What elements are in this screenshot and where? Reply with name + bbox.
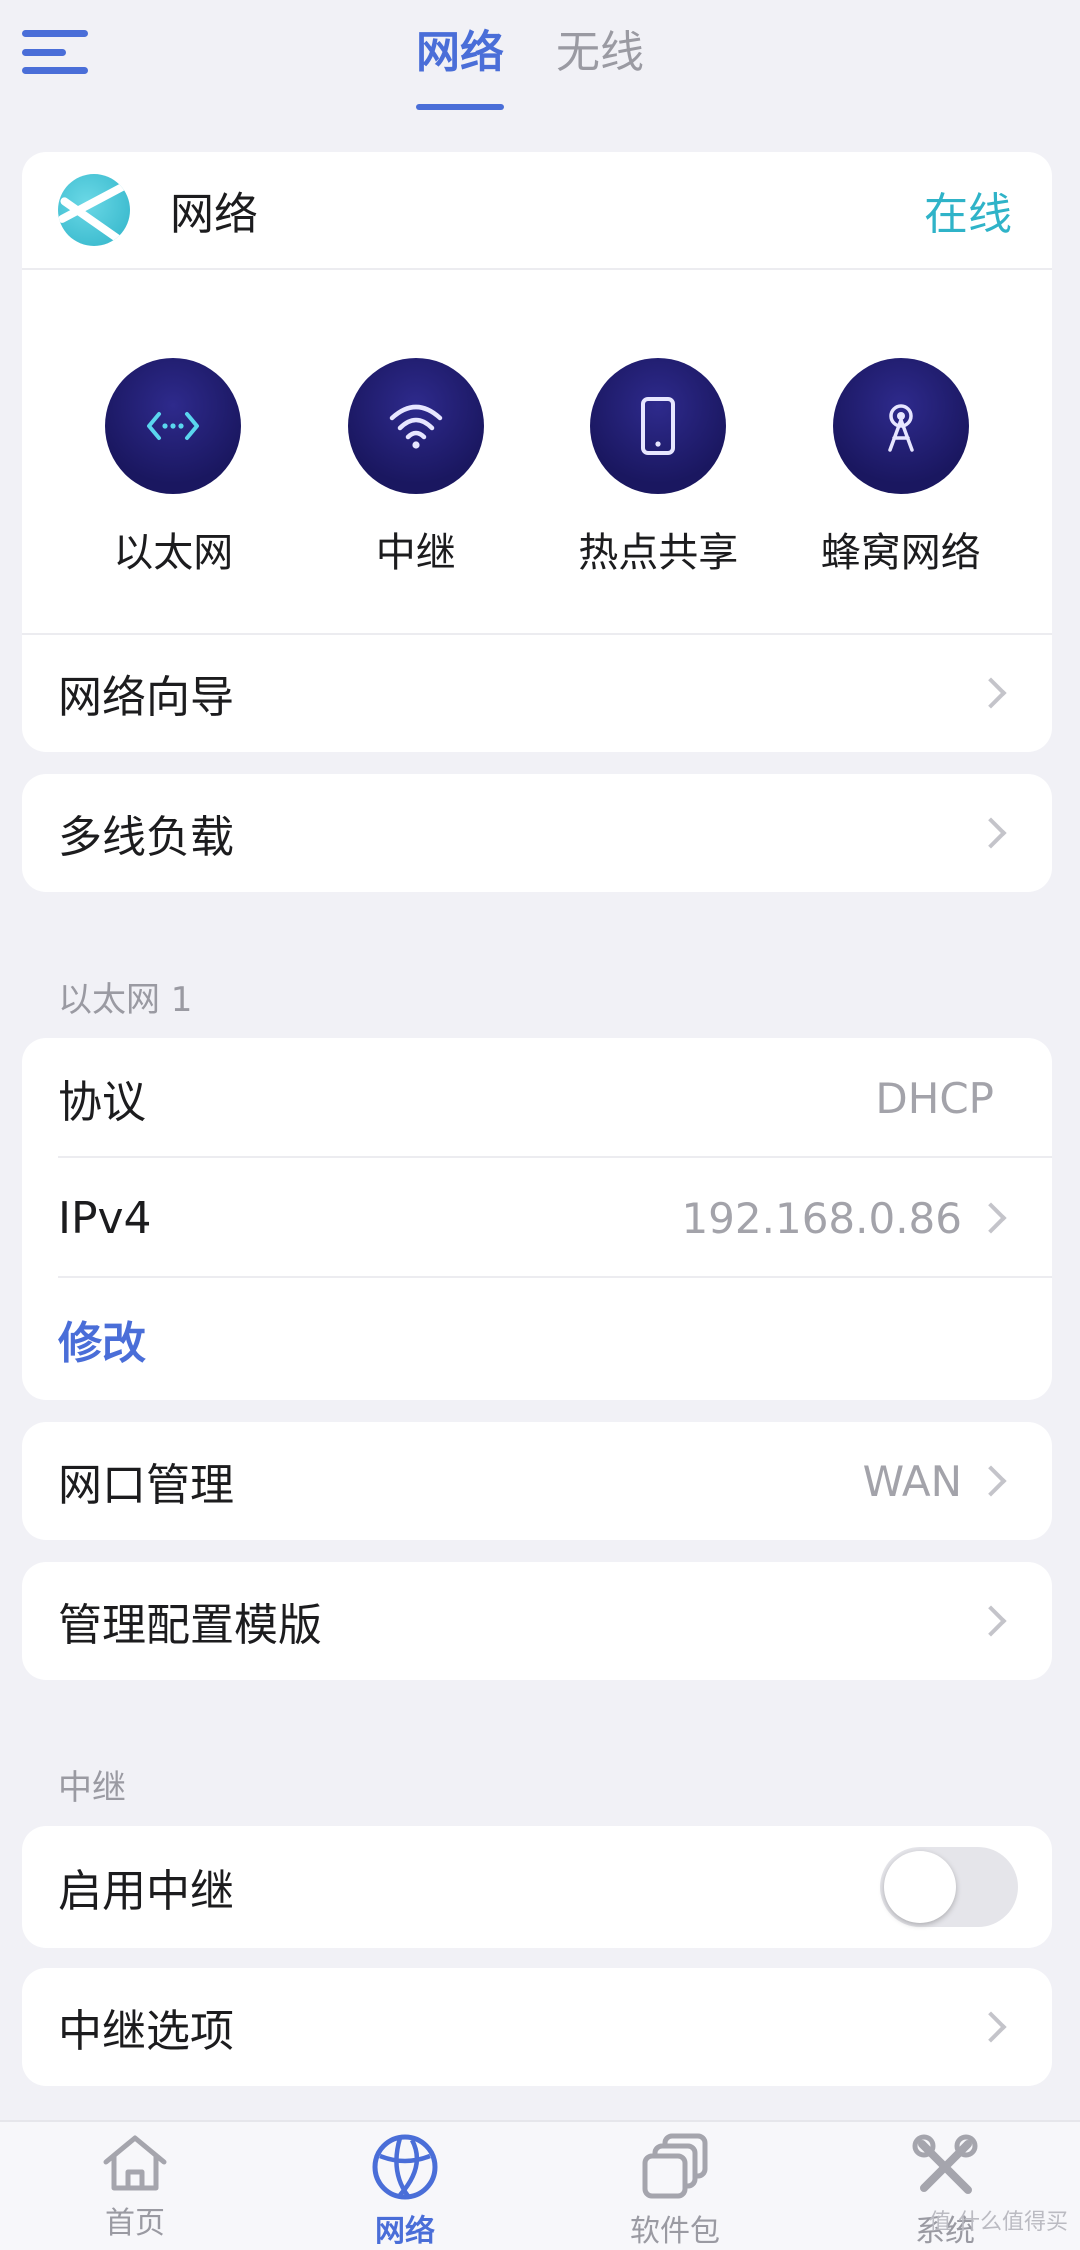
- chevron-right-icon: [975, 1465, 1007, 1497]
- relay-options-row[interactable]: 中继选项: [22, 1968, 1052, 2086]
- network-status: 在线: [924, 189, 1012, 240]
- config-template-label: 管理配置模版: [58, 1600, 322, 1651]
- nav-home[interactable]: 首页: [45, 2132, 225, 2250]
- relay-enable-row: 启用中继: [22, 1826, 1052, 1948]
- multi-line-card: 多线负载: [22, 774, 1052, 892]
- relay-toggle[interactable]: [880, 1847, 1018, 1927]
- top-bar: 网络 无线: [0, 0, 1080, 140]
- chevron-right-icon: [975, 817, 1007, 849]
- port-management-value: WAN: [862, 1456, 962, 1506]
- home-icon: [103, 2135, 167, 2191]
- relay-section-label: 中继: [58, 1768, 126, 1808]
- port-management-label: 网口管理: [58, 1460, 234, 1511]
- ethernet-icon: [105, 358, 242, 494]
- port-management-row[interactable]: 网口管理 WAN: [22, 1422, 1052, 1540]
- nav-label: 软件包: [630, 2214, 720, 2249]
- cellular-tower-icon: [832, 358, 969, 494]
- protocol-value: DHCP: [875, 1073, 994, 1123]
- config-template-card: 管理配置模版: [22, 1562, 1052, 1680]
- network-wizard-row[interactable]: 网络向导: [22, 635, 1052, 751]
- nav-label: 首页: [105, 2206, 165, 2241]
- ipv4-label: IPv4: [58, 1192, 152, 1244]
- relay-options-card: 中继选项: [22, 1968, 1052, 2086]
- mode-hotspot[interactable]: 热点共享: [558, 358, 758, 633]
- menu-icon[interactable]: [20, 24, 90, 80]
- protocol-label: 协议: [58, 1077, 146, 1128]
- nav-network[interactable]: 网络: [315, 2132, 495, 2250]
- mode-label: 中继: [375, 530, 456, 576]
- watermark: 值 什么值得买: [929, 2210, 1068, 2235]
- relay-enable-label: 启用中继: [58, 1866, 234, 1917]
- network-logo-icon: [58, 174, 130, 246]
- top-tabs: 网络 无线: [416, 16, 644, 110]
- config-template-row[interactable]: 管理配置模版: [22, 1562, 1052, 1680]
- multi-line-label: 多线负载: [58, 812, 234, 863]
- ethernet1-card: 协议 DHCP IPv4 192.168.0.86 修改: [22, 1038, 1052, 1400]
- relay-options-label: 中继选项: [58, 2006, 234, 2057]
- nav-label: 网络: [375, 2214, 435, 2249]
- nav-packages[interactable]: 软件包: [585, 2132, 765, 2250]
- mode-label: 热点共享: [578, 530, 739, 576]
- edit-row: 修改: [22, 1278, 1052, 1400]
- port-management-card: 网口管理 WAN: [22, 1422, 1052, 1540]
- ipv4-value: 192.168.0.86: [681, 1193, 962, 1243]
- tools-icon: [912, 2134, 978, 2194]
- chevron-right-icon: [975, 1202, 1007, 1234]
- tab-network[interactable]: 网络: [416, 16, 504, 110]
- phone-hotspot-icon: [590, 358, 727, 494]
- app-screen: 网络 无线 网络 在线 以太网 中继 热点共享 蜂窝网络 网络向导 多线负载 以…: [0, 0, 1080, 2250]
- network-modes: 以太网 中继 热点共享 蜂窝网络: [22, 270, 1052, 635]
- chevron-right-icon: [975, 2011, 1007, 2043]
- toggle-knob: [884, 1851, 956, 1923]
- mode-relay[interactable]: 中继: [316, 358, 516, 633]
- network-card: 网络 在线 以太网 中继 热点共享 蜂窝网络 网络向导: [22, 152, 1052, 752]
- network-wizard-label: 网络向导: [58, 672, 234, 723]
- mode-label: 以太网: [113, 530, 234, 576]
- packages-icon: [642, 2133, 708, 2199]
- mode-cellular[interactable]: 蜂窝网络: [801, 358, 1001, 633]
- ipv4-row[interactable]: IPv4 192.168.0.86: [22, 1158, 1052, 1278]
- ethernet1-section-label: 以太网 1: [58, 980, 193, 1020]
- tab-wireless[interactable]: 无线: [556, 16, 644, 110]
- mode-ethernet[interactable]: 以太网: [73, 358, 273, 633]
- bottom-nav: 首页 网络 软件包 系统 值 什么值得买: [0, 2120, 1080, 2250]
- globe-icon: [372, 2134, 438, 2200]
- multi-line-row[interactable]: 多线负载: [22, 774, 1052, 892]
- chevron-right-icon: [975, 677, 1007, 709]
- relay-enable-card: 启用中继: [22, 1826, 1052, 1948]
- chevron-right-icon: [975, 1605, 1007, 1637]
- mode-label: 蜂窝网络: [820, 530, 981, 576]
- network-title: 网络: [170, 189, 258, 240]
- protocol-row: 协议 DHCP: [22, 1038, 1052, 1158]
- edit-button[interactable]: 修改: [58, 1307, 146, 1371]
- network-header: 网络 在线: [22, 152, 1052, 270]
- wifi-icon: [347, 358, 484, 494]
